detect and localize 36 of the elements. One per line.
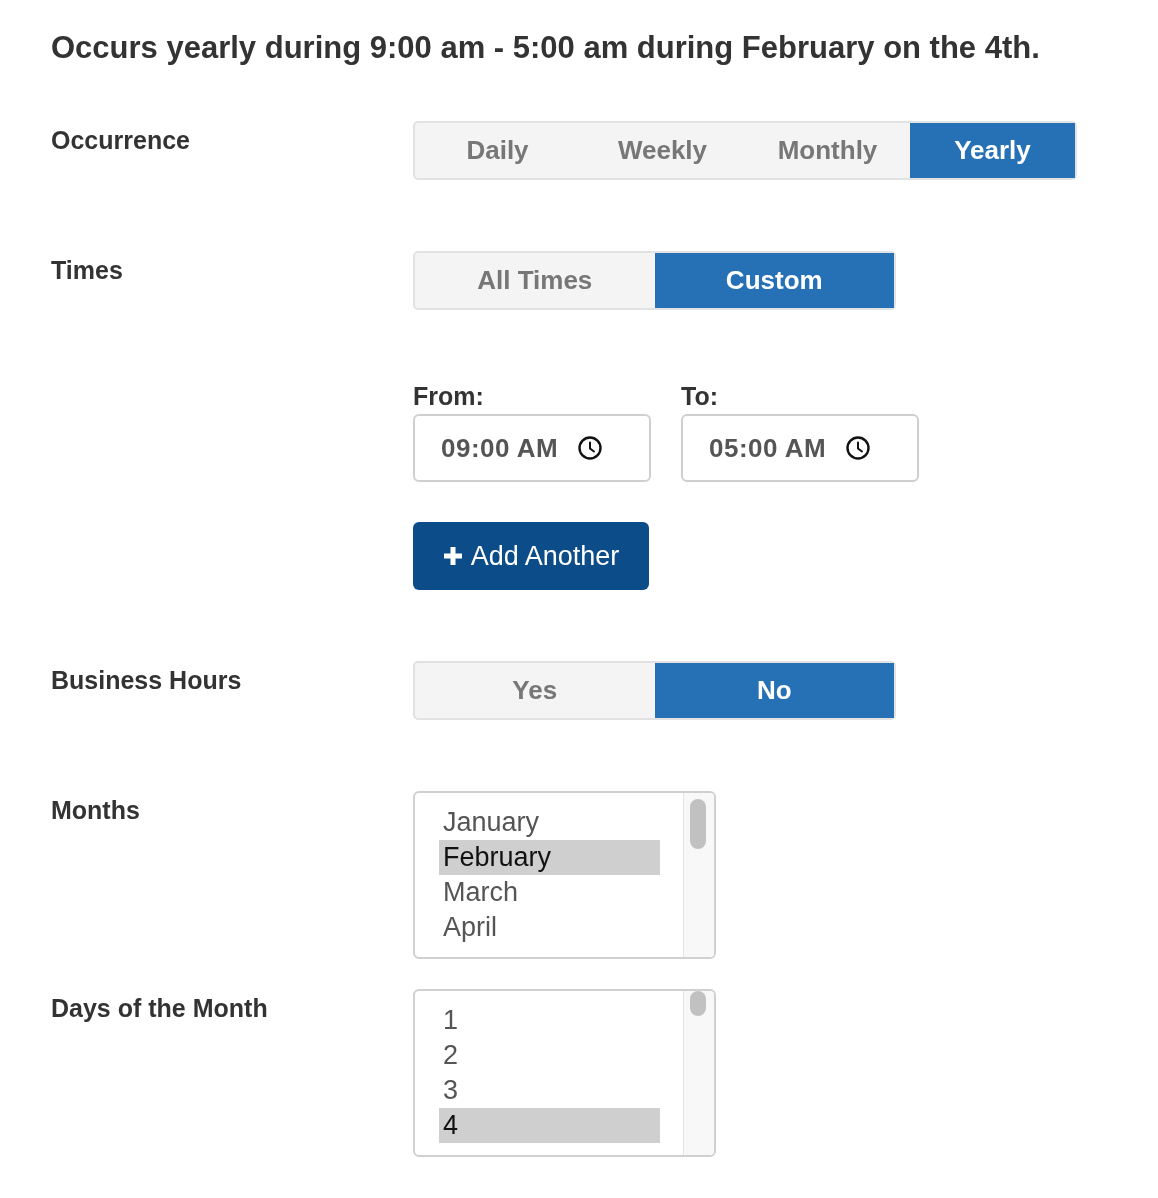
listbox-option[interactable]: January — [439, 805, 660, 840]
listbox[interactable]: 1 2 3 4 — [413, 989, 716, 1157]
scrollbar-thumb[interactable] — [690, 991, 706, 1016]
time-field[interactable]: 05:00 AM — [681, 414, 919, 482]
segment-tab[interactable]: Custom — [654, 253, 894, 308]
plus-icon — [442, 546, 463, 566]
field-label: From: — [413, 381, 484, 411]
clock-icon — [578, 436, 603, 460]
row-label: Days of the Month — [51, 993, 268, 1023]
segment-tab[interactable]: All Times — [415, 253, 655, 308]
add-another-button[interactable]: Add Another — [413, 522, 649, 590]
segment-tab[interactable]: Yearly — [910, 123, 1075, 178]
summary-text: Occurs yearly during 9:00 am - 5:00 am during February on the 4th. — [51, 29, 1040, 67]
scrollbar-thumb[interactable] — [690, 799, 706, 849]
row-label: Times — [51, 255, 123, 285]
listbox-option[interactable]: 4 — [439, 1108, 660, 1143]
segment-tab[interactable]: Weekly — [580, 123, 745, 178]
listbox[interactable]: January February March April — [413, 791, 716, 959]
segment-tab[interactable]: No — [654, 663, 894, 718]
row-label: Business Hours — [51, 665, 242, 695]
listbox-option[interactable]: 3 — [439, 1073, 660, 1108]
listbox-option[interactable]: February — [439, 840, 660, 875]
field-label: To: — [681, 381, 718, 411]
scrollbar-track[interactable] — [683, 991, 714, 1155]
row-label: Occurrence — [51, 125, 190, 155]
listbox-option[interactable]: March — [439, 875, 660, 910]
listbox-option[interactable]: April — [439, 910, 660, 945]
listbox-option[interactable]: 2 — [439, 1038, 660, 1073]
clock-icon — [846, 436, 871, 460]
row-label: Months — [51, 795, 140, 825]
segment-tab[interactable]: Daily — [415, 123, 580, 178]
scrollbar-track[interactable] — [683, 793, 714, 957]
listbox-option[interactable]: 1 — [439, 1003, 660, 1038]
segment-tab[interactable]: Yes — [415, 663, 655, 718]
time-field[interactable]: 09:00 AM — [413, 414, 651, 482]
segment-tab[interactable]: Monthly — [745, 123, 910, 178]
